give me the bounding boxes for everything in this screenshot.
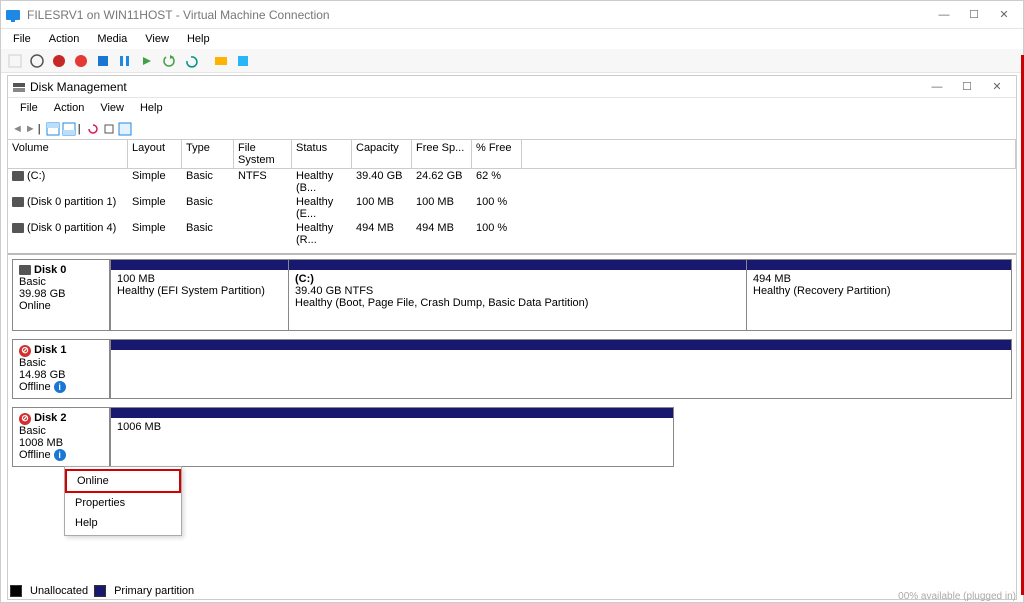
disk0-partitions: 100 MB Healthy (EFI System Partition) (C… xyxy=(110,259,1012,331)
inner-window-controls: — ☐ ✕ xyxy=(922,77,1012,97)
disk0-info[interactable]: Disk 0 Basic 39.98 GB Online xyxy=(12,259,110,331)
menu-file[interactable]: File xyxy=(5,31,39,47)
inner-menubar: File Action View Help xyxy=(8,98,1016,118)
outer-title: FILESRV1 on WIN11HOST - Virtual Machine … xyxy=(27,8,929,22)
context-menu-online[interactable]: Online xyxy=(65,469,181,493)
outer-titlebar: FILESRV1 on WIN11HOST - Virtual Machine … xyxy=(1,1,1023,29)
turnoff-icon[interactable] xyxy=(49,51,69,71)
inner-close-button[interactable]: ✕ xyxy=(982,77,1012,97)
menu-help[interactable]: Help xyxy=(179,31,218,47)
col-spacer xyxy=(522,140,1016,168)
col-layout[interactable]: Layout xyxy=(128,140,182,168)
revert-icon[interactable] xyxy=(181,51,201,71)
outer-toolbar xyxy=(1,49,1023,73)
disk1-partitions xyxy=(110,339,1012,399)
status-footer: 00% available (plugged in) xyxy=(898,591,1016,602)
table-row[interactable]: (C:) Simple Basic NTFS Healthy (B... 39.… xyxy=(8,169,1016,195)
forward-icon[interactable]: ► xyxy=(25,123,36,135)
diskmgmt-icon xyxy=(12,80,26,94)
vm-icon xyxy=(5,7,21,23)
col-pctfree[interactable]: % Free xyxy=(472,140,522,168)
legend-unallocated-label: Unallocated xyxy=(30,585,88,597)
partition-disk2[interactable]: 1006 MB xyxy=(110,407,674,467)
maximize-button[interactable]: ☐ xyxy=(959,5,989,25)
partition-recovery[interactable]: 494 MB Healthy (Recovery Partition) xyxy=(747,260,1011,330)
inner-maximize-button[interactable]: ☐ xyxy=(952,77,982,97)
legend: Unallocated Primary partition xyxy=(10,585,194,597)
help-icon[interactable] xyxy=(118,122,132,136)
volume-icon xyxy=(12,171,24,181)
shutdown-icon[interactable] xyxy=(71,51,91,71)
col-volume[interactable]: Volume xyxy=(8,140,128,168)
view-bottom-icon[interactable] xyxy=(62,122,76,136)
refresh-icon[interactable] xyxy=(86,122,100,136)
disk0-row: Disk 0 Basic 39.98 GB Online 100 MB Heal… xyxy=(12,259,1012,331)
inner-minimize-button[interactable]: — xyxy=(922,77,952,97)
menu-view[interactable]: View xyxy=(137,31,177,47)
info-icon[interactable]: i xyxy=(54,449,66,461)
minimize-button[interactable]: — xyxy=(929,5,959,25)
table-row[interactable]: (Disk 0 partition 4) Simple Basic Health… xyxy=(8,221,1016,247)
context-menu-help[interactable]: Help xyxy=(65,513,181,533)
save-icon[interactable] xyxy=(93,51,113,71)
disk-icon xyxy=(19,265,31,275)
start-icon[interactable] xyxy=(27,51,47,71)
table-row[interactable]: (Disk 0 partition 1) Simple Basic Health… xyxy=(8,195,1016,221)
outer-window-controls: — ☐ ✕ xyxy=(929,5,1019,25)
pause-icon[interactable] xyxy=(115,51,135,71)
volume-table-header: Volume Layout Type File System Status Ca… xyxy=(8,140,1016,169)
col-freespace[interactable]: Free Sp... xyxy=(412,140,472,168)
volume-icon xyxy=(12,223,24,233)
disk2-row: ⊘ Disk 2 Basic 1008 MB Offline i 1006 MB xyxy=(12,407,1012,467)
partition-efi[interactable]: 100 MB Healthy (EFI System Partition) xyxy=(111,260,289,330)
inner-menu-view[interactable]: View xyxy=(92,100,132,116)
legend-primary-label: Primary partition xyxy=(114,585,194,597)
settings-icon[interactable] xyxy=(102,122,116,136)
share-icon[interactable] xyxy=(233,51,253,71)
checkpoint-icon[interactable] xyxy=(159,51,179,71)
volume-icon xyxy=(12,197,24,207)
col-capacity[interactable]: Capacity xyxy=(352,140,412,168)
disk1-row: ⊘ Disk 1 Basic 14.98 GB Offline i xyxy=(12,339,1012,399)
offline-icon: ⊘ xyxy=(19,413,31,425)
info-icon[interactable]: i xyxy=(54,381,66,393)
disk1-info[interactable]: ⊘ Disk 1 Basic 14.98 GB Offline i xyxy=(12,339,110,399)
legend-swatch-primary xyxy=(94,585,106,597)
context-menu: Online Properties Help xyxy=(64,466,182,536)
volume-table: Volume Layout Type File System Status Ca… xyxy=(8,140,1016,247)
inner-titlebar: Disk Management — ☐ ✕ xyxy=(8,76,1016,98)
disk2-info[interactable]: ⊘ Disk 2 Basic 1008 MB Offline i xyxy=(12,407,110,467)
ctrl-alt-del-icon[interactable] xyxy=(5,51,25,71)
col-filesystem[interactable]: File System xyxy=(234,140,292,168)
offline-icon: ⊘ xyxy=(19,345,31,357)
menu-action[interactable]: Action xyxy=(41,31,88,47)
inner-menu-file[interactable]: File xyxy=(12,100,46,116)
inner-menu-action[interactable]: Action xyxy=(46,100,93,116)
legend-swatch-unallocated xyxy=(10,585,22,597)
inner-toolbar: ◄ ► | | xyxy=(8,118,1016,140)
context-menu-properties[interactable]: Properties xyxy=(65,493,181,513)
outer-menubar: File Action Media View Help xyxy=(1,29,1023,49)
disk2-partitions: 1006 MB xyxy=(110,407,1012,467)
enhanced-icon[interactable] xyxy=(211,51,231,71)
inner-title: Disk Management xyxy=(30,80,127,94)
reset-icon[interactable] xyxy=(137,51,157,71)
menu-media[interactable]: Media xyxy=(89,31,135,47)
partition-c[interactable]: (C:) 39.40 GB NTFS Healthy (Boot, Page F… xyxy=(289,260,747,330)
close-button[interactable]: ✕ xyxy=(989,5,1019,25)
col-status[interactable]: Status xyxy=(292,140,352,168)
disk-graphical-view: Disk 0 Basic 39.98 GB Online 100 MB Heal… xyxy=(8,253,1016,599)
view-top-icon[interactable] xyxy=(46,122,60,136)
inner-menu-help[interactable]: Help xyxy=(132,100,171,116)
col-type[interactable]: Type xyxy=(182,140,234,168)
partition-disk1[interactable] xyxy=(111,340,1011,398)
back-icon[interactable]: ◄ xyxy=(12,123,23,135)
